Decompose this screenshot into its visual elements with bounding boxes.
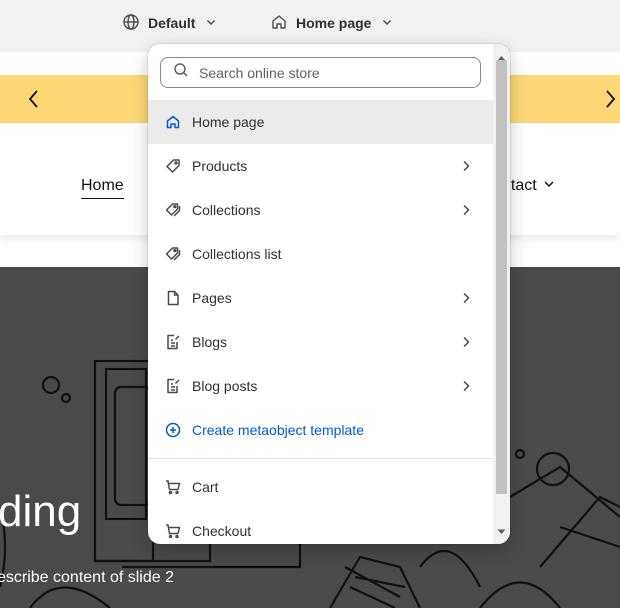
editor-topbar: Default Home page bbox=[0, 0, 620, 46]
create-metaobject-template-button[interactable]: Create metaobject template bbox=[148, 408, 493, 452]
dropdown-scrollbar[interactable] bbox=[493, 44, 510, 544]
menu-item-label: Cart bbox=[192, 479, 219, 495]
chevron-right-icon bbox=[461, 379, 471, 395]
chevron-right-icon bbox=[461, 203, 471, 219]
scrollbar-thumb[interactable] bbox=[496, 60, 507, 494]
chevron-right-icon bbox=[461, 291, 471, 307]
scroll-down-icon[interactable] bbox=[497, 522, 506, 540]
cart-icon bbox=[164, 478, 182, 496]
chevron-right-icon bbox=[461, 159, 471, 175]
chevron-down-icon bbox=[205, 15, 217, 31]
page-selector-label: Home page bbox=[296, 15, 372, 31]
hero-heading: ding bbox=[0, 487, 82, 536]
tag-icon bbox=[164, 157, 182, 175]
hero-subtext: escribe content of slide 2 bbox=[0, 569, 174, 586]
theme-selector-label: Default bbox=[148, 15, 196, 31]
home-icon bbox=[164, 113, 182, 131]
cart-icon bbox=[164, 522, 182, 540]
home-icon bbox=[270, 13, 288, 34]
menu-item-collections[interactable]: Collections bbox=[148, 188, 493, 232]
nav-link-home[interactable]: Home bbox=[81, 177, 124, 199]
menu-item-label: Blog posts bbox=[192, 378, 258, 394]
menu-divider bbox=[148, 458, 493, 459]
chevron-down-icon bbox=[381, 15, 393, 31]
page-icon bbox=[164, 289, 182, 307]
menu-item-checkout[interactable]: Checkout bbox=[148, 509, 493, 544]
search-icon bbox=[173, 62, 189, 83]
menu-item-label: Pages bbox=[192, 290, 232, 306]
menu-item-blog-posts[interactable]: Blog posts bbox=[148, 364, 493, 408]
blog-icon bbox=[164, 333, 182, 351]
menu-item-label: Collections bbox=[192, 202, 261, 218]
menu-item-collections-list[interactable]: Collections list bbox=[148, 232, 493, 276]
tags-icon bbox=[164, 201, 182, 219]
chevron-right-icon bbox=[461, 335, 471, 351]
search-input[interactable] bbox=[199, 64, 459, 81]
globe-icon bbox=[122, 13, 140, 34]
arrow-left-icon[interactable] bbox=[26, 89, 42, 114]
menu-item-label: Create metaobject template bbox=[192, 422, 364, 438]
search-field[interactable] bbox=[160, 57, 481, 88]
chevron-down-icon bbox=[543, 177, 555, 195]
page-selector-button[interactable]: Home page bbox=[270, 12, 393, 34]
page-selector-dropdown: Home page Products Collections bbox=[148, 44, 510, 544]
menu-item-home-page[interactable]: Home page bbox=[148, 100, 493, 144]
arrow-right-icon[interactable] bbox=[602, 89, 618, 114]
plus-circle-icon bbox=[164, 421, 182, 439]
tags-icon bbox=[164, 245, 182, 263]
menu-item-cart[interactable]: Cart bbox=[148, 465, 493, 509]
menu-item-label: Collections list bbox=[192, 246, 282, 262]
menu-item-label: Products bbox=[192, 158, 248, 174]
menu-item-products[interactable]: Products bbox=[148, 144, 493, 188]
menu-item-label: Home page bbox=[192, 114, 265, 130]
theme-selector-button[interactable]: Default bbox=[122, 12, 217, 34]
page-list: Home page Products Collections Collectio… bbox=[148, 100, 493, 544]
blog-icon bbox=[164, 377, 182, 395]
menu-item-blogs[interactable]: Blogs bbox=[148, 320, 493, 364]
menu-item-label: Checkout bbox=[192, 523, 252, 539]
menu-item-pages[interactable]: Pages bbox=[148, 276, 493, 320]
menu-item-label: Blogs bbox=[192, 334, 228, 350]
